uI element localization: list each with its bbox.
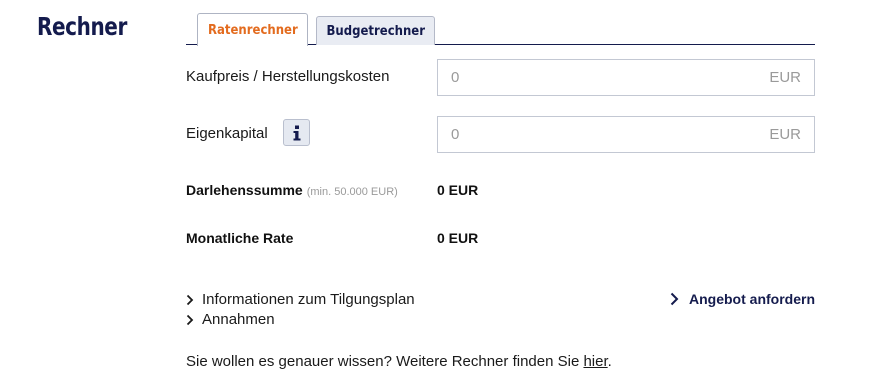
footer-hier-link[interactable]: hier — [583, 353, 607, 370]
page-title: Rechner — [37, 12, 127, 41]
info-icon — [293, 125, 300, 140]
tab-ratenrechner-label: Ratenrechner — [207, 22, 298, 38]
footer-suffix: . — [607, 353, 612, 370]
info-button[interactable] — [283, 119, 310, 146]
tilgungsplan-link-label: Informationen zum Tilgungsplan — [202, 291, 415, 308]
footer-text: Sie wollen es genauer wissen? Weitere Re… — [186, 353, 612, 370]
kaufpreis-unit: EUR — [769, 69, 801, 86]
monatliche-rate-value: 0 EUR — [437, 230, 479, 246]
annahmen-link-label: Annahmen — [202, 311, 275, 328]
eigenkapital-input[interactable] — [451, 126, 751, 143]
eigenkapital-label: Eigenkapital — [186, 125, 268, 142]
footer-text-body: Sie wollen es genauer wissen? Weitere Re… — [186, 353, 584, 370]
angebot-anfordern-link[interactable]: Angebot anfordern — [670, 291, 815, 307]
annahmen-link[interactable]: Annahmen — [186, 311, 275, 328]
tab-ratenrechner[interactable]: Ratenrechner — [197, 13, 308, 46]
chevron-right-icon — [186, 314, 194, 325]
tab-budgetrechner-label: Budgetrechner — [326, 23, 425, 39]
darlehenssumme-note: (min. 50.000 EUR) — [306, 186, 398, 198]
darlehenssumme-row: Darlehenssumme (min. 50.000 EUR) — [186, 182, 398, 198]
tab-budgetrechner[interactable]: Budgetrechner — [316, 16, 435, 45]
darlehenssumme-value: 0 EUR — [437, 182, 479, 198]
eigenkapital-field-box[interactable]: EUR — [437, 116, 815, 153]
chevron-right-icon — [670, 292, 679, 306]
angebot-anfordern-label: Angebot anfordern — [689, 291, 815, 307]
eigenkapital-unit: EUR — [769, 126, 801, 143]
kaufpreis-field-box[interactable]: EUR — [437, 59, 815, 96]
chevron-right-icon — [186, 294, 194, 305]
monatliche-rate-label: Monatliche Rate — [186, 230, 294, 246]
kaufpreis-input[interactable] — [451, 69, 751, 86]
kaufpreis-label: Kaufpreis / Herstellungskosten — [186, 68, 390, 85]
darlehenssumme-label: Darlehenssumme — [186, 182, 303, 198]
tilgungsplan-link[interactable]: Informationen zum Tilgungsplan — [186, 291, 415, 308]
